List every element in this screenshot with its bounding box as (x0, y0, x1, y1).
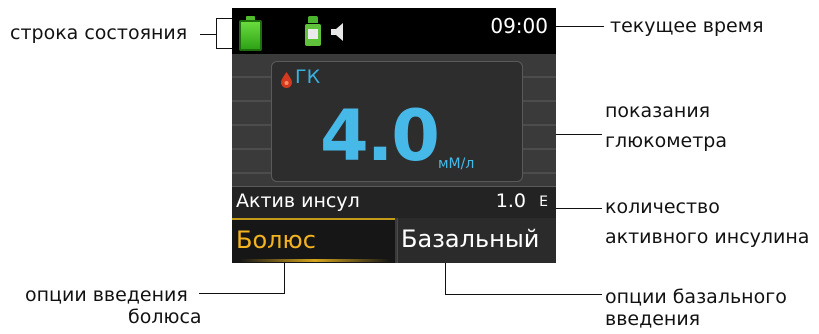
annotation-active-insulin-2: активного инсулина (605, 226, 810, 248)
battery-icon (239, 16, 262, 51)
active-insulin-unit: Е (539, 194, 548, 210)
active-insulin-row: Актив инсул 1.0 Е (232, 186, 556, 218)
annotation-current-time: текущее время (610, 15, 764, 37)
status-bar: 09:00 (232, 8, 556, 54)
annotation-status-bar: строка состояния (10, 22, 188, 44)
basal-button[interactable]: Базальный (397, 218, 556, 263)
annotation-bolus-options-2: болюса (128, 306, 202, 328)
status-bar-bracket-top (216, 18, 232, 19)
annotation-active-insulin-1: количество (605, 196, 720, 218)
basal-leader-v (445, 262, 446, 295)
pump-screen: 09:00 ГК 4.0 мМ/л Актив инсул 1.0 Е Болю… (232, 8, 556, 263)
time-leader (556, 26, 604, 27)
basal-leader-h (445, 294, 602, 295)
glucose-value: 4.0 (320, 95, 440, 177)
bolus-selection-indicator (240, 259, 390, 262)
blood-drop-icon (281, 72, 292, 88)
status-bar-leader (200, 34, 216, 35)
sound-icon (331, 23, 343, 41)
active-insulin-leader (548, 208, 602, 209)
glucose-label: ГК (295, 66, 321, 88)
annotation-basal-options-2: введения (605, 308, 701, 330)
insulin-vial-icon (305, 16, 321, 47)
glucose-unit: мМ/л (438, 156, 475, 172)
status-bar-bracket-bottom (216, 48, 232, 49)
annotation-glucometer-1: показания (605, 100, 711, 122)
status-bar-bracket (216, 18, 217, 49)
bolus-button[interactable]: Болюс (232, 218, 395, 263)
active-insulin-value: 1.0 (495, 190, 526, 212)
bolus-leader-h (199, 293, 284, 294)
clock: 09:00 (490, 14, 548, 38)
bolus-leader-v (284, 258, 285, 294)
active-insulin-label: Актив инсул (236, 190, 360, 212)
annotation-glucometer-2: глюкометра (605, 130, 728, 152)
